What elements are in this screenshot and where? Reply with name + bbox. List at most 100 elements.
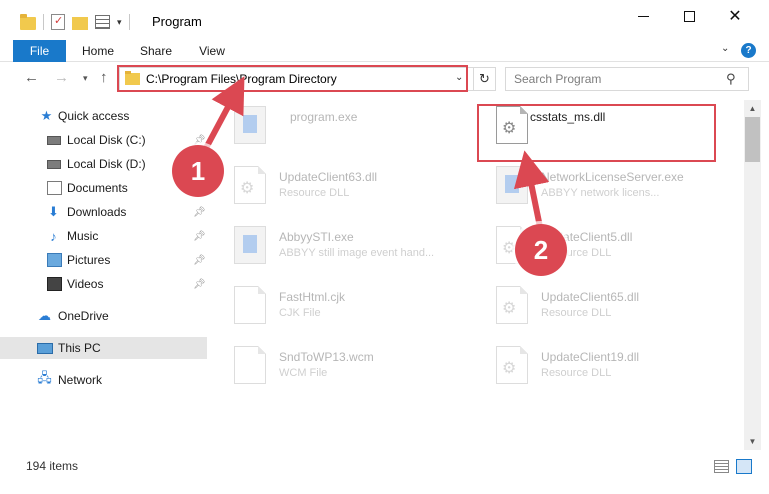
back-arrow-icon[interactable]: ← bbox=[24, 69, 39, 86]
sidebar-item-local-disk-c[interactable]: Local Disk (C:) 📌︎ bbox=[0, 129, 207, 151]
pin-icon[interactable]: 📌︎ bbox=[193, 135, 206, 146]
file-icon bbox=[234, 346, 266, 384]
sidebar-item-label: Videos bbox=[67, 277, 104, 291]
tab-file[interactable]: File bbox=[13, 40, 66, 62]
file-name: NetworkLicenseServer.exe bbox=[541, 170, 684, 184]
sidebar-item-quick-access[interactable]: ★ Quick access bbox=[0, 105, 207, 127]
dll-file-icon bbox=[234, 166, 266, 204]
new-folder-icon[interactable] bbox=[72, 16, 88, 30]
sidebar-item-pictures[interactable]: Pictures 📌︎ bbox=[0, 249, 207, 271]
file-name: AbbyySTI.exe bbox=[279, 230, 354, 244]
network-icon: 🖧︎ bbox=[37, 370, 52, 385]
sidebar-item-music[interactable]: ♪ Music 📌︎ bbox=[0, 225, 207, 247]
scrollbar-thumb[interactable] bbox=[745, 117, 760, 162]
file-type: Resource DLL bbox=[279, 187, 350, 199]
search-icon[interactable]: ⚲ bbox=[726, 71, 736, 87]
sidebar-item-label: Quick access bbox=[58, 109, 130, 123]
title-bar: ▾ Program ✕ bbox=[0, 0, 769, 40]
pin-icon[interactable]: 📌︎ bbox=[193, 255, 206, 266]
recent-locations-chevron-icon[interactable]: ▾ bbox=[83, 73, 88, 84]
toolbar-divider bbox=[43, 14, 44, 30]
help-icon[interactable]: ? bbox=[741, 43, 756, 58]
pin-icon[interactable]: 📌︎ bbox=[193, 279, 206, 290]
toolbar-divider bbox=[128, 14, 130, 30]
vertical-scrollbar[interactable]: ▲ ▼ bbox=[744, 100, 761, 450]
expand-ribbon-chevron-icon[interactable]: ⌄ bbox=[721, 43, 729, 54]
file-item-updateclient19-dll[interactable]: UpdateClient19.dll Resource DLL bbox=[482, 340, 727, 390]
window-title: Program bbox=[152, 14, 202, 29]
search-input[interactable]: Search Program ⚲ bbox=[505, 67, 749, 91]
quick-access-toolbar: ▾ bbox=[20, 12, 130, 32]
drive-icon bbox=[47, 135, 61, 145]
computer-icon bbox=[37, 342, 53, 354]
properties-icon[interactable] bbox=[51, 14, 65, 30]
file-icon bbox=[234, 286, 266, 324]
drive-icon bbox=[47, 159, 61, 169]
sidebar-item-label: OneDrive bbox=[58, 309, 109, 323]
sidebar-item-videos[interactable]: Videos 📌︎ bbox=[0, 273, 207, 295]
sidebar-item-label: Local Disk (C:) bbox=[67, 133, 146, 147]
executable-icon bbox=[234, 106, 266, 144]
scroll-up-arrow-icon[interactable]: ▲ bbox=[744, 100, 761, 117]
minimize-button[interactable] bbox=[620, 0, 666, 32]
up-arrow-icon[interactable]: ↑ bbox=[100, 69, 108, 86]
music-icon: ♪ bbox=[50, 228, 57, 244]
file-name: SndToWP13.wcm bbox=[279, 350, 374, 364]
tab-share[interactable]: Share bbox=[136, 40, 176, 62]
file-item-networklicenseserver-exe[interactable]: NetworkLicenseServer.exe ABBYY network l… bbox=[482, 160, 727, 210]
cloud-icon: ☁ bbox=[38, 308, 51, 323]
file-name: UpdateClient65.dll bbox=[541, 290, 640, 304]
tab-view[interactable]: View bbox=[194, 40, 230, 62]
maximize-icon bbox=[683, 10, 695, 22]
forward-arrow-icon[interactable]: → bbox=[54, 69, 69, 86]
sidebar-item-downloads[interactable]: ⬇ Downloads 📌︎ bbox=[0, 201, 207, 223]
sidebar-item-this-pc[interactable]: This PC bbox=[0, 337, 207, 359]
folder-icon bbox=[20, 13, 36, 30]
file-item-program-exe[interactable]: program.exe bbox=[220, 100, 465, 150]
sidebar-item-label: Documents bbox=[67, 181, 128, 195]
file-highlight bbox=[477, 104, 716, 162]
item-count: 194 items bbox=[26, 459, 79, 473]
file-name: UpdateClient19.dll bbox=[541, 350, 640, 364]
step-2-badge: 2 bbox=[515, 224, 567, 276]
executable-icon bbox=[496, 166, 528, 204]
sidebar-item-network[interactable]: 🖧︎ Network bbox=[0, 369, 207, 391]
details-view-icon[interactable] bbox=[714, 460, 729, 473]
sidebar-item-label: Downloads bbox=[67, 205, 127, 219]
documents-icon bbox=[47, 181, 62, 195]
star-icon: ★ bbox=[40, 108, 53, 123]
sidebar-item-onedrive[interactable]: ☁ OneDrive bbox=[0, 305, 207, 327]
file-item-abbyysti-exe[interactable]: AbbyySTI.exe ABBYY still image event han… bbox=[220, 220, 465, 270]
sidebar-item-label: This PC bbox=[58, 341, 101, 355]
navigation-pane: ★ Quick access Local Disk (C:) 📌︎ Local … bbox=[0, 100, 207, 450]
tab-home[interactable]: Home bbox=[78, 40, 118, 62]
search-placeholder: Search Program bbox=[514, 72, 602, 86]
scroll-down-arrow-icon[interactable]: ▼ bbox=[744, 433, 761, 450]
address-bar-highlight bbox=[117, 65, 468, 92]
file-name: FastHtml.cjk bbox=[279, 290, 345, 304]
close-button[interactable]: ✕ bbox=[712, 0, 758, 32]
dll-file-icon bbox=[496, 346, 528, 384]
file-type: Resource DLL bbox=[541, 307, 612, 319]
sidebar-item-label: Local Disk (D:) bbox=[67, 157, 146, 171]
large-icons-view-icon[interactable] bbox=[736, 459, 752, 474]
executable-icon bbox=[234, 226, 266, 264]
view-options-icon[interactable] bbox=[95, 15, 110, 29]
sidebar-item-label: Pictures bbox=[67, 253, 111, 267]
file-type: ABBYY network licens... bbox=[541, 187, 660, 199]
minimize-icon bbox=[637, 15, 649, 17]
file-name: UpdateClient63.dll bbox=[279, 170, 378, 184]
file-item-updateclient63-dll[interactable]: UpdateClient63.dll Resource DLL bbox=[220, 160, 465, 210]
sidebar-item-label: Network bbox=[58, 373, 103, 387]
pin-icon[interactable]: 📌︎ bbox=[193, 207, 206, 218]
file-type: CJK File bbox=[279, 307, 321, 319]
videos-icon bbox=[47, 277, 62, 291]
file-type: WCM File bbox=[279, 367, 328, 379]
file-item-sndtowp13-wcm[interactable]: SndToWP13.wcm WCM File bbox=[220, 340, 465, 390]
file-item-updateclient65-dll[interactable]: UpdateClient65.dll Resource DLL bbox=[482, 280, 727, 330]
pin-icon[interactable]: 📌︎ bbox=[193, 231, 206, 242]
file-item-fasthtml-cjk[interactable]: FastHtml.cjk CJK File bbox=[220, 280, 465, 330]
refresh-icon[interactable]: ↻ bbox=[473, 68, 495, 90]
customize-toolbar-chevron-icon[interactable]: ▾ bbox=[117, 17, 122, 28]
maximize-button[interactable] bbox=[666, 0, 712, 32]
